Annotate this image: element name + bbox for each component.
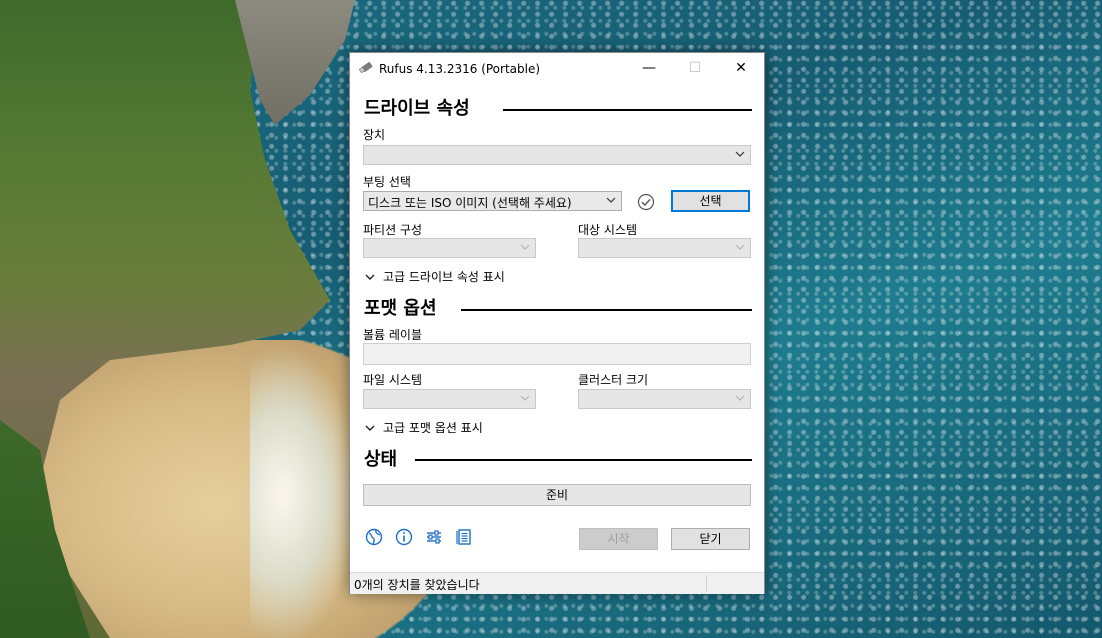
globe-icon[interactable] [364,527,384,547]
title-bar[interactable]: Rufus 4.13.2316 (Portable) — ☐ ✕ [350,53,764,83]
boot-selection-dropdown[interactable]: 디스크 또는 ISO 이미지 (선택해 주세요) [363,191,622,211]
info-icon[interactable] [394,527,414,547]
boot-selection-value: 디스크 또는 ISO 이미지 (선택해 주세요) [368,196,572,210]
device-label: 장치 [363,128,386,142]
checkmark-icon[interactable] [637,193,655,211]
maximize-button[interactable]: ☐ [672,53,718,83]
volume-label-input[interactable] [363,343,751,365]
cluster-size-label: 클러스터 크기 [578,373,649,387]
usb-drive-icon [359,62,373,74]
chevron-down-icon [735,393,745,403]
cluster-size-dropdown[interactable] [578,389,751,409]
status-bar: 0개의 장치를 찾았습니다 [350,572,764,594]
file-system-label: 파일 시스템 [363,373,423,387]
format-options-heading: 포맷 옵션 [364,298,437,319]
chevron-down-icon [735,242,745,252]
advanced-format-toggle[interactable]: 고급 포맷 옵션 표시 [365,419,483,436]
device-dropdown[interactable] [363,145,751,165]
volume-label-label: 볼륨 레이블 [363,328,423,342]
status-heading: 상태 [364,449,398,470]
chevron-down-icon [520,393,530,403]
section-divider [461,309,752,311]
select-image-button[interactable]: 선택 [671,190,750,212]
partition-scheme-dropdown[interactable] [363,238,536,258]
settings-sliders-icon[interactable] [424,527,444,547]
section-divider [503,109,752,111]
start-button[interactable]: 시작 [579,528,658,550]
chevron-down-icon [735,149,745,159]
chevron-down-icon [365,424,377,435]
chevron-down-icon [520,242,530,252]
progress-text: 준비 [545,488,569,502]
status-bar-text: 0개의 장치를 찾았습니다 [354,578,480,592]
progress-bar: 준비 [363,484,751,506]
chevron-down-icon [365,273,377,284]
rufus-window: Rufus 4.13.2316 (Portable) — ☐ ✕ 드라이브 속성… [349,52,765,594]
close-window-button[interactable]: ✕ [718,53,764,83]
minimize-button[interactable]: — [626,53,672,83]
target-system-label: 대상 시스템 [578,223,638,237]
section-divider [415,459,752,461]
close-button[interactable]: 닫기 [671,528,750,550]
file-system-dropdown[interactable] [363,389,536,409]
status-bar-separator [706,575,707,591]
advanced-format-toggle-label: 고급 포맷 옵션 표시 [383,421,483,435]
advanced-drive-toggle-label: 고급 드라이브 속성 표시 [383,270,505,284]
window-title: Rufus 4.13.2316 (Portable) [379,62,541,76]
partition-scheme-label: 파티션 구성 [363,223,423,237]
wallpaper-surf [250,345,360,638]
boot-selection-label: 부팅 선택 [363,175,411,189]
drive-properties-heading: 드라이브 속성 [364,98,470,119]
target-system-dropdown[interactable] [578,238,751,258]
chevron-down-icon [606,195,616,205]
log-icon[interactable] [454,527,474,547]
advanced-drive-toggle[interactable]: 고급 드라이브 속성 표시 [365,268,505,285]
